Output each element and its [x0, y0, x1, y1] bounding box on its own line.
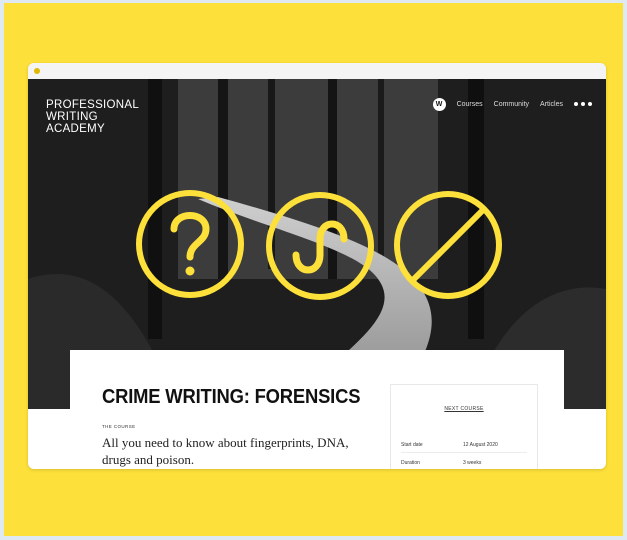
s-curve-circle-icon [266, 192, 374, 300]
course-tagline: All you need to know about fingerprints,… [102, 435, 349, 467]
row-divider [401, 452, 527, 453]
browser-chrome [28, 63, 606, 79]
yellow-frame: PROFESSIONAL WRITING ACADEMY W Courses C… [4, 3, 623, 536]
course-eyebrow: THE COURSE [102, 424, 136, 429]
next-course-link[interactable]: NEXT COURSE [391, 406, 537, 412]
question-mark-circle-icon [136, 190, 244, 298]
browser-window: PROFESSIONAL WRITING ACADEMY W Courses C… [28, 63, 606, 469]
course-title: CRIME WRITING: FORENSICS [102, 386, 361, 408]
row-label: Duration [401, 460, 420, 466]
prohibited-circle-icon [394, 191, 502, 299]
row-value: 12 August 2020 [463, 442, 498, 448]
row-value: 3 weeks [463, 460, 482, 466]
row-label: Start date [401, 442, 423, 448]
next-course-panel: NEXT COURSE Start date 12 August 2020 Du… [390, 384, 538, 469]
course-card: CRIME WRITING: FORENSICS THE COURSE All … [70, 350, 564, 469]
window-dot-icon [34, 68, 40, 74]
